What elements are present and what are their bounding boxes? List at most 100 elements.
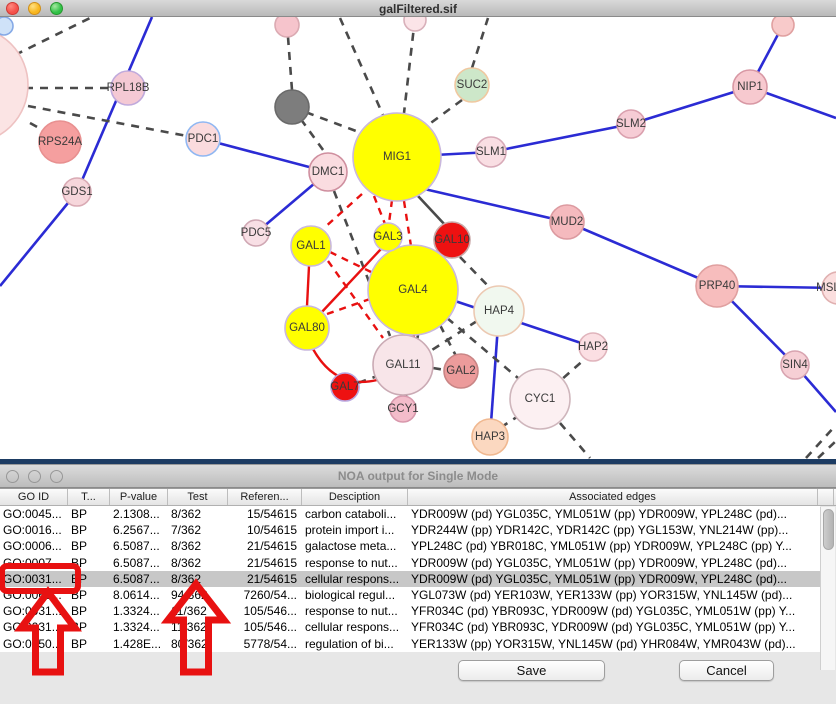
node-label-GAL2: GAL2 [446,365,475,377]
network-edge-reddash[interactable] [389,200,392,223]
noa-window-title: NOA output for Single Mode [338,469,498,483]
cell: BP [68,538,110,554]
node-top-center-cut[interactable] [404,17,426,31]
cell: YDR009W (pd) YGL035C, YML051W (pp) YDR00… [408,555,818,571]
table-row[interactable]: GO:0045...BP2.1308...8/36215/54615carbon… [0,506,820,522]
column-header-t-[interactable]: T... [68,489,110,505]
node-label-CYC1: CYC1 [525,393,556,405]
cell: 8/362 [168,538,228,554]
node-label-MSL: MSL [816,282,836,294]
minimize-button[interactable] [28,2,41,15]
cell: 1.428E... [110,636,168,652]
network-edge-blue[interactable] [420,188,567,222]
cell: 21/54615 [228,571,302,587]
cell: GO:0031... [0,603,68,619]
cell: GO:0050... [0,636,68,652]
table-row[interactable]: GO:0016...BP6.2567...7/36210/54615protei… [0,522,820,538]
network-edge-dash[interactable] [404,18,415,113]
network-edge-blue[interactable] [0,192,77,286]
network-canvas[interactable]: RPL18BRPS24AGDS1PDC1DMC1SUC2SLM1SLM2NIP1… [0,17,836,459]
column-header-desciption[interactable]: Desciption [302,489,408,505]
network-edge-dash[interactable] [433,368,445,370]
cell: YDR009W (pd) YGL035C, YML051W (pp) YDR00… [408,571,818,587]
column-header-test[interactable]: Test [168,489,228,505]
table-row[interactable]: GO:0006...BP6.5087...8/36221/54615galact… [0,538,820,554]
node-top-left-cut[interactable] [0,17,13,35]
cell: 1.3324... [110,619,168,635]
network-edge-blue[interactable] [567,222,717,286]
node-top-right-cut[interactable] [772,17,794,36]
network-edge-dash[interactable] [560,423,590,458]
node-label-GAL3: GAL3 [373,231,402,243]
network-edge-reddash[interactable] [330,252,371,272]
network-edge-dash[interactable] [288,37,292,90]
node-label-GCY1: GCY1 [387,403,418,415]
node-label-GAL10: GAL10 [434,234,470,246]
save-button[interactable]: Save [458,660,605,681]
node-label-MUD2: MUD2 [551,216,584,228]
network-edge-blue[interactable] [631,87,750,124]
table-scrollbar[interactable] [820,507,835,670]
column-header-associated-edges[interactable]: Associated edges [408,489,818,505]
node-label-GAL1: GAL1 [296,240,325,252]
network-window: galFiltered.sif RPL18BRPS24AGDS1PDC1DMC1… [0,0,836,459]
table-row-selected[interactable]: GO:0031...BP6.5087...8/36221/54615cellul… [0,571,820,587]
column-header-go-id[interactable]: GO ID [0,489,68,505]
zoom-button[interactable] [50,2,63,15]
cell: GO:0031... [0,571,68,587]
table-header-row: GO IDT...P-valueTestReferen...Desciption… [0,489,836,506]
cell: cellular respons... [302,619,408,635]
close-button[interactable] [6,2,19,15]
cell: 105/546... [228,619,302,635]
cell: 21/54615 [228,538,302,554]
window-controls [6,0,63,16]
network-edge-blue[interactable] [491,124,631,152]
network-edge-dash[interactable] [472,18,488,68]
cell: response to nut... [302,603,408,619]
cell: YPL248C (pd) YBR018C, YML051W (pp) YDR00… [408,538,818,554]
cell: galactose meta... [302,538,408,554]
network-edge-dash[interactable] [428,100,462,125]
zoom-button[interactable] [50,470,63,483]
node-top-mid-cut[interactable] [275,17,299,37]
cell: response to nut... [302,555,408,571]
network-edge-reddash[interactable] [404,201,411,246]
cell: YER133W (pp) YOR315W, YNL145W (pd) YHR08… [408,636,818,652]
network-edge-red[interactable] [307,266,309,306]
node-label-SUC2: SUC2 [457,79,488,91]
close-button[interactable] [6,470,19,483]
node-gray-node[interactable] [275,90,309,124]
table-row[interactable]: GO:0065...BP8.0614...94/3627260/54...bio… [0,587,820,603]
scrollbar-thumb[interactable] [823,509,834,550]
cell: BP [68,555,110,571]
cell: BP [68,571,110,587]
network-edge-reddash[interactable] [374,196,385,224]
cancel-button[interactable]: Cancel [679,660,774,681]
network-edge-dash[interactable] [340,18,383,115]
node-big-left[interactable] [0,27,28,143]
network-edge-dash[interactable] [806,425,836,458]
table-row[interactable]: GO:0007...BP6.5087...8/36221/54615respon… [0,555,820,571]
column-header-referen-[interactable]: Referen... [228,489,302,505]
window-controls-inactive [6,465,63,487]
table-row[interactable]: GO:0050...BP1.428E...80/3625778/54...reg… [0,636,820,652]
network-edge-dash[interactable] [15,18,90,55]
table-row[interactable]: GO:0031...BP1.3324...11/362105/546...res… [0,603,820,619]
network-window-titlebar[interactable]: galFiltered.sif [0,0,836,17]
network-edge-blue[interactable] [77,17,152,192]
table-row[interactable]: GO:0031...BP1.3324...11/362105/546...cel… [0,619,820,635]
noa-window-titlebar[interactable]: NOA output for Single Mode [0,465,836,488]
node-label-RPS24A: RPS24A [38,136,82,148]
cell: GO:0016... [0,522,68,538]
minimize-button[interactable] [28,470,41,483]
cell: YGL073W (pd) YER103W, YER133W (pp) YOR31… [408,587,818,603]
node-label-GAL7: GAL7 [330,381,359,393]
network-edge-dash[interactable] [460,257,492,290]
cell: 15/54615 [228,506,302,522]
node-label-PRP40: PRP40 [699,280,735,292]
cell: YDR244W (pp) YDR142C, YDR142C (pp) YGL15… [408,522,818,538]
network-edge-graysolid[interactable] [418,196,446,226]
cell: 11/362 [168,603,228,619]
column-header-p-value[interactable]: P-value [110,489,168,505]
cell: GO:0006... [0,538,68,554]
